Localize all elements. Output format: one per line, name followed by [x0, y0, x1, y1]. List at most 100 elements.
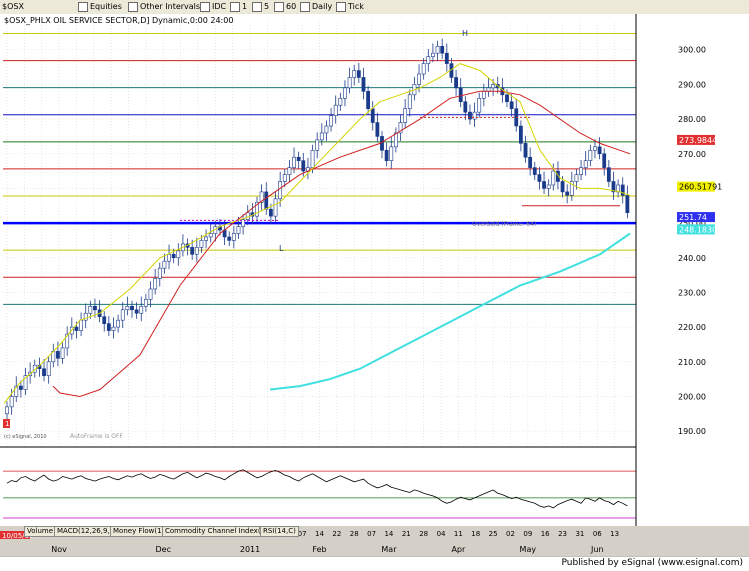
- interval-60[interactable]: 60: [274, 1, 296, 12]
- candle-body: [523, 143, 528, 158]
- oversold-label: OverSold (Frame: 64): [472, 221, 536, 228]
- candle-body: [417, 73, 421, 85]
- candle-body: [18, 385, 23, 390]
- page-icon: [274, 1, 284, 12]
- footer-text: Published by eSignal (www.esignal.com): [561, 558, 743, 568]
- candle-body: [157, 267, 162, 279]
- candle-body: [347, 77, 352, 89]
- candle-body: [301, 160, 306, 172]
- candle-body: [292, 156, 296, 168]
- candle-body: [532, 167, 537, 175]
- candle-body: [282, 174, 287, 182]
- candle-body: [597, 146, 602, 155]
- candle-body: [528, 156, 533, 168]
- candle-body: [518, 125, 523, 144]
- month-label: Jun: [590, 545, 604, 554]
- candle-body: [593, 146, 597, 151]
- candle-body: [125, 306, 130, 311]
- candle-body: [574, 174, 579, 182]
- candle-body: [264, 191, 269, 210]
- candle-body: [546, 184, 551, 189]
- month-label: Nov: [51, 545, 67, 554]
- candle-body: [60, 347, 65, 359]
- candle-body: [421, 63, 426, 75]
- candle-body: [431, 52, 435, 57]
- interval-daily[interactable]: Daily: [300, 1, 332, 12]
- candle-body: [472, 111, 477, 120]
- candle-body: [560, 181, 565, 193]
- candle-body: [542, 181, 546, 189]
- candle-body: [361, 77, 366, 92]
- candle-body: [491, 84, 496, 89]
- page-icon: [230, 1, 240, 12]
- candle-body: [130, 306, 134, 311]
- candle-body: [329, 115, 333, 127]
- page-icon: [200, 1, 210, 12]
- chart[interactable]: 7/8304.68756/8296.8755/8289.06254/8281.2…: [0, 14, 749, 556]
- candle-body: [268, 208, 273, 217]
- interval-5[interactable]: 5: [252, 1, 269, 12]
- candle-body: [74, 326, 79, 331]
- price-tick-label: 300.00: [678, 46, 706, 55]
- other-intervals-menu[interactable]: Other Intervals: [128, 1, 200, 12]
- candle-body: [319, 132, 324, 141]
- candle-body: [579, 167, 583, 175]
- candle-body: [505, 94, 509, 103]
- candle-body: [454, 77, 458, 89]
- price-tick-label: 290.00: [678, 80, 706, 89]
- candle-body: [171, 254, 176, 259]
- candle-body: [46, 361, 51, 376]
- candle-body: [310, 149, 315, 168]
- candle-body: [190, 247, 195, 255]
- candle-body: [583, 160, 588, 168]
- candle-body: [333, 104, 338, 116]
- page-icon: [252, 1, 262, 12]
- esignal-window: $OSX Equities Other Intervals IDC 1 5 60…: [0, 0, 749, 571]
- candle-body: [565, 191, 570, 196]
- candle-body: [204, 236, 208, 241]
- symbol-box[interactable]: $OSX: [2, 1, 72, 12]
- folder-icon: [78, 1, 88, 12]
- candle-body: [458, 87, 463, 103]
- candle-body: [588, 149, 593, 161]
- candle-body: [148, 288, 153, 300]
- candle-body: [231, 233, 236, 241]
- interval-1[interactable]: 1: [230, 1, 247, 12]
- candle-body: [384, 149, 389, 161]
- equities-menu[interactable]: Equities: [78, 1, 122, 12]
- price-axis: 300.00290.00280.00270.00260.00250.00240.…: [635, 14, 749, 526]
- price-tick-label: 190.00: [678, 427, 706, 436]
- price-tick-label: 270.00: [678, 150, 706, 159]
- tab-volume[interactable]: Volume: [24, 526, 57, 537]
- candle-body: [88, 306, 93, 314]
- candle-body: [463, 101, 468, 113]
- candle-body: [236, 226, 241, 234]
- candle-body: [83, 312, 88, 321]
- candle-body: [162, 260, 167, 269]
- tab-rsi[interactable]: RSI(14,C): [260, 526, 299, 537]
- candle-body: [56, 351, 60, 359]
- chart-title: $OSX_PHLX OIL SERVICE SECTOR,D] Dynamic,…: [4, 16, 233, 25]
- candle-body: [477, 97, 482, 113]
- candle-body: [199, 240, 204, 248]
- price-label-text: 273.9844: [679, 136, 717, 145]
- price-tick-label: 280.00: [678, 115, 706, 124]
- price-tick-label: 200.00: [678, 392, 706, 401]
- candle-body: [111, 326, 116, 331]
- candle-body: [551, 170, 556, 186]
- autoframe-label: AutoFrame is OFF: [70, 433, 123, 440]
- month-label: Feb: [312, 545, 326, 554]
- candle-body: [278, 181, 283, 200]
- candle-body: [167, 254, 171, 262]
- candle-body: [194, 247, 199, 255]
- interval-tick[interactable]: Tick: [336, 1, 364, 12]
- candle-body: [273, 198, 278, 217]
- candle-body: [343, 87, 347, 99]
- candle-body: [435, 45, 440, 54]
- candle-body: [509, 101, 514, 109]
- interval-idc[interactable]: IDC: [200, 1, 226, 12]
- price-tick-label: 220.00: [678, 323, 706, 332]
- low-marker: L: [279, 244, 284, 253]
- candle-body: [5, 406, 9, 415]
- folder-icon: [128, 1, 138, 12]
